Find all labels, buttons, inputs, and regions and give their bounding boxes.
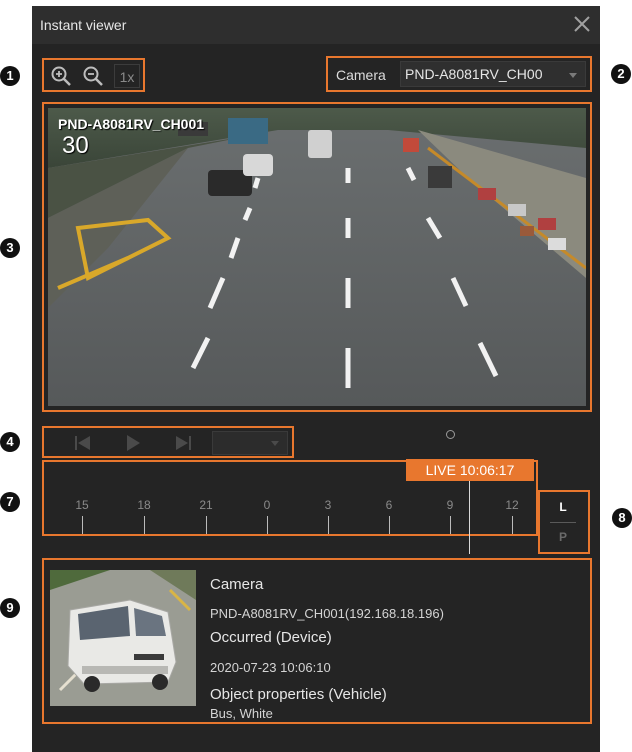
timeline-mode-toggle: L P (538, 490, 590, 554)
callout-9: 9 (0, 598, 20, 618)
timeline-tick-label: 21 (199, 498, 213, 512)
callout-3: 3 (0, 238, 20, 258)
previous-button[interactable] (72, 433, 94, 453)
next-button[interactable] (172, 433, 194, 453)
speed-dropdown[interactable] (212, 431, 288, 455)
zoom-out-icon (83, 66, 103, 86)
video-fps: 30 (62, 132, 89, 159)
timeline-tick (450, 516, 451, 534)
mode-divider (550, 522, 576, 523)
timeline-tick-label: 18 (137, 498, 151, 512)
event-object-value: Bus, White (210, 706, 273, 721)
callout-4: 4 (0, 432, 20, 452)
title-bar: Instant viewer (32, 6, 600, 44)
event-thumbnail[interactable] (50, 570, 196, 706)
timeline-tick (144, 516, 145, 534)
zoom-out-button[interactable] (82, 65, 104, 87)
chevron-down-icon (569, 73, 577, 78)
video-image (48, 108, 586, 406)
zoom-in-icon (51, 66, 71, 86)
camera-label: Camera (336, 67, 386, 83)
window-title: Instant viewer (40, 17, 127, 33)
event-info-panel: Camera PND-A8081RV_CH001(192.168.18.196)… (42, 558, 592, 724)
timeline-tick (389, 516, 390, 534)
chevron-down-icon (271, 441, 279, 446)
video-frame[interactable]: PND-A8081RV_CH001 30 (48, 108, 586, 406)
close-icon (574, 16, 590, 32)
timeline-tick (206, 516, 207, 534)
callout-2: 2 (611, 64, 631, 84)
callout-8: 8 (612, 508, 632, 528)
skip-forward-icon (176, 436, 191, 450)
timeline-tick-label: 0 (263, 498, 271, 512)
event-camera-heading: Camera (210, 576, 264, 593)
timeline-tick-label: 6 (385, 498, 393, 512)
timeline-tick (512, 516, 513, 534)
timeline-tick-label: 15 (75, 498, 89, 512)
video-camera-name: PND-A8081RV_CH001 (58, 116, 205, 132)
live-time-label[interactable]: LIVE 10:06:17 (406, 459, 534, 481)
timeline-tick-label: 12 (505, 498, 519, 512)
live-indicator-dot[interactable] (446, 430, 455, 439)
skip-back-icon (75, 436, 90, 450)
zoom-controls: 1x (42, 58, 145, 92)
callout-1: 1 (0, 66, 20, 86)
callout-7: 7 (0, 492, 20, 512)
event-occurred-value: 2020-07-23 10:06:10 (210, 660, 331, 675)
play-button[interactable] (122, 433, 144, 453)
timeline-tick (267, 516, 268, 534)
timeline-tick (328, 516, 329, 534)
camera-dropdown-value: PND-A8081RV_CH00 (405, 66, 543, 82)
close-button[interactable] (570, 12, 594, 36)
event-object-heading: Object properties (Vehicle) (210, 686, 387, 703)
playback-mode-button[interactable]: P (551, 530, 575, 544)
timeline-tick-label: 9 (446, 498, 454, 512)
timeline-tick (82, 516, 83, 534)
camera-dropdown[interactable]: PND-A8081RV_CH00 (400, 61, 586, 87)
playback-controls (42, 426, 294, 458)
video-view: PND-A8081RV_CH001 30 (42, 102, 592, 412)
vehicle-thumbnail-image (50, 570, 196, 706)
live-mode-button[interactable]: L (551, 500, 575, 514)
play-icon (127, 435, 140, 451)
live-time-marker (469, 481, 470, 554)
timeline-tick-label: 3 (324, 498, 332, 512)
zoom-in-button[interactable] (50, 65, 72, 87)
event-occurred-heading: Occurred (Device) (210, 629, 332, 646)
event-camera-value: PND-A8081RV_CH001(192.168.18.196) (210, 606, 444, 621)
instant-viewer-window: Instant viewer 1x Camera PND-A8081RV_CH0… (32, 6, 600, 752)
camera-selector: Camera PND-A8081RV_CH00 (326, 56, 592, 92)
zoom-reset-button[interactable]: 1x (114, 64, 140, 88)
